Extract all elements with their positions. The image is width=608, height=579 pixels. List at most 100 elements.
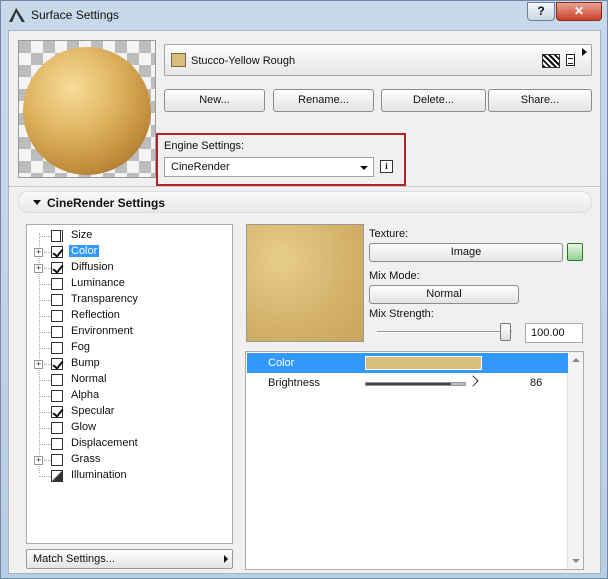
channel-label: Environment: [71, 325, 133, 337]
tree-connector: [39, 444, 51, 445]
channel-checkbox[interactable]: [51, 390, 63, 402]
illumination-icon[interactable]: [51, 470, 63, 482]
cinerender-section-header[interactable]: CineRender Settings: [18, 191, 592, 213]
pattern-icon: [542, 54, 560, 68]
scroll-down-icon[interactable]: [572, 559, 580, 563]
channel-checkbox[interactable]: [51, 374, 63, 386]
match-settings-button[interactable]: Match Settings...: [26, 549, 233, 569]
property-scrollbar[interactable]: [567, 352, 583, 569]
channel-item[interactable]: + Grass: [27, 452, 227, 468]
mix-mode-button[interactable]: Normal: [369, 285, 519, 304]
delete-button[interactable]: Delete...: [381, 89, 486, 112]
expand-icon[interactable]: +: [34, 264, 43, 273]
channel-label: Displacement: [71, 437, 138, 449]
title-bar[interactable]: Surface Settings ? ✕: [1, 1, 607, 29]
tree-connector: [39, 396, 51, 397]
surface-settings-window: Surface Settings ? ✕ Stucco-Yellow Rough…: [0, 0, 608, 579]
channel-item[interactable]: Environment: [27, 324, 227, 340]
tree-connector: [39, 236, 51, 237]
new-button[interactable]: New...: [164, 89, 265, 112]
channel-label: Color: [69, 245, 100, 257]
image-button[interactable]: Image: [369, 243, 563, 262]
close-button[interactable]: ✕: [556, 2, 602, 21]
channel-label: Fog: [71, 341, 90, 353]
material-selector[interactable]: Stucco-Yellow Rough: [164, 44, 592, 76]
brightness-value[interactable]: 86: [530, 377, 542, 389]
help-button[interactable]: ?: [527, 2, 555, 21]
channel-tree: Size + Color + Diffusion Luminance Transparenc…: [26, 224, 233, 544]
mix-strength-slider[interactable]: [377, 331, 512, 333]
collapse-triangle-icon: [33, 200, 41, 205]
submenu-arrow-icon: [224, 555, 228, 563]
channel-checkbox[interactable]: [51, 358, 63, 370]
channel-label: Grass: [71, 453, 101, 465]
expand-icon[interactable]: +: [34, 360, 43, 369]
channel-label: Size: [71, 229, 93, 241]
channel-item[interactable]: Transparency: [27, 292, 227, 308]
channel-item[interactable]: Illumination: [27, 468, 227, 484]
channel-item[interactable]: Size: [27, 228, 227, 244]
match-settings-label: Match Settings...: [33, 553, 115, 565]
channel-checkbox[interactable]: [51, 294, 63, 306]
channel-label: Alpha: [71, 389, 100, 401]
brightness-fill: [366, 383, 452, 385]
channel-checkbox[interactable]: [51, 406, 63, 418]
tree-connector: [39, 300, 51, 301]
channel-item[interactable]: Specular: [27, 404, 227, 420]
channel-item[interactable]: Normal: [27, 372, 227, 388]
channel-checkbox[interactable]: [51, 454, 63, 466]
window-title: Surface Settings: [31, 8, 120, 22]
texture-label: Texture:: [369, 228, 409, 240]
property-row[interactable]: Brightness 86: [247, 373, 568, 393]
channel-item[interactable]: + Bump: [27, 356, 227, 372]
channel-item[interactable]: + Color: [27, 244, 227, 260]
size-icon[interactable]: [51, 230, 63, 242]
channel-checkbox[interactable]: [51, 246, 63, 258]
channel-item[interactable]: Fog: [27, 340, 227, 356]
mix-strength-field[interactable]: 100.00: [525, 323, 583, 343]
menu-arrow-icon[interactable]: [582, 48, 587, 56]
channel-label: Bump: [71, 357, 100, 369]
channel-item[interactable]: Luminance: [27, 276, 227, 292]
channel-checkbox[interactable]: [51, 438, 63, 450]
expand-icon[interactable]: +: [34, 248, 43, 257]
divider: [9, 186, 600, 187]
channel-label: Glow: [71, 421, 97, 433]
channel-checkbox[interactable]: [51, 342, 63, 354]
texture-load-icon[interactable]: [567, 243, 583, 261]
channel-checkbox[interactable]: [51, 262, 63, 274]
tree-connector: [39, 348, 51, 349]
channel-item[interactable]: Glow: [27, 420, 227, 436]
mix-mode-label: Mix Mode:: [369, 270, 420, 282]
tree-connector: [39, 380, 51, 381]
mix-strength-thumb[interactable]: [500, 323, 511, 341]
channel-item[interactable]: Alpha: [27, 388, 227, 404]
brightness-slider[interactable]: [365, 382, 466, 386]
channel-checkbox[interactable]: [51, 326, 63, 338]
tree-connector: [39, 332, 51, 333]
preview-sphere: [23, 47, 151, 175]
scroll-up-icon[interactable]: [572, 358, 580, 362]
engine-select[interactable]: CineRender: [164, 157, 374, 177]
tree-connector: [39, 284, 51, 285]
archicad-app-icon: [9, 8, 25, 22]
rename-button[interactable]: Rename...: [273, 89, 374, 112]
channel-item[interactable]: Reflection: [27, 308, 227, 324]
channel-checkbox[interactable]: [51, 278, 63, 290]
channel-item[interactable]: Displacement: [27, 436, 227, 452]
info-icon[interactable]: i: [380, 160, 393, 173]
channel-label: Diffusion: [71, 261, 114, 273]
mix-strength-label: Mix Strength:: [369, 308, 434, 320]
slider-arrow-icon[interactable]: [467, 375, 479, 387]
expand-icon[interactable]: +: [34, 456, 43, 465]
property-row[interactable]: Color: [247, 353, 568, 373]
color-swatch[interactable]: [365, 356, 482, 370]
channel-label: Specular: [71, 405, 115, 417]
channel-item[interactable]: + Diffusion: [27, 260, 227, 276]
texture-thumbnail[interactable]: [246, 224, 364, 342]
property-label: Brightness: [268, 377, 320, 389]
channel-checkbox[interactable]: [51, 310, 63, 322]
property-label: Color: [268, 357, 295, 369]
share-button[interactable]: Share...: [488, 89, 592, 112]
channel-checkbox[interactable]: [51, 422, 63, 434]
